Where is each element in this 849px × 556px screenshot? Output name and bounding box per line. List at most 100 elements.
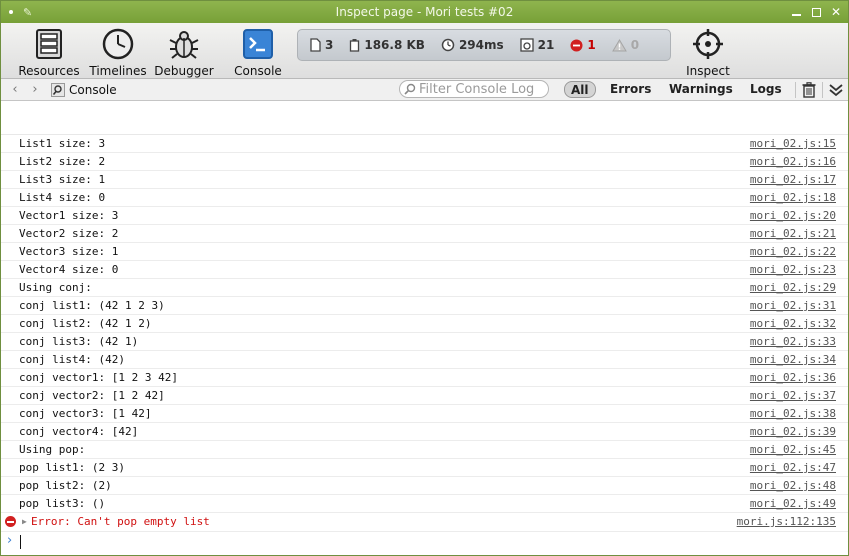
source-link[interactable]: mori_02.js:21	[750, 225, 836, 242]
source-link[interactable]: mori_02.js:47	[750, 459, 836, 476]
minimize-button[interactable]	[790, 6, 802, 18]
source-link[interactable]: mori_02.js:29	[750, 279, 836, 296]
clock-icon	[101, 27, 135, 61]
tab-console[interactable]: Console	[223, 27, 293, 78]
message-text: Vector3 size: 1	[19, 245, 119, 258]
console-message: List1 size: 3 mori_02.js:15	[1, 135, 848, 153]
source-link[interactable]: mori_02.js:33	[750, 333, 836, 350]
forward-arrow-icon[interactable]: ›	[25, 82, 45, 97]
console-icon	[241, 27, 275, 61]
source-link[interactable]: mori_02.js:39	[750, 423, 836, 440]
crosshair-icon	[691, 27, 725, 61]
console-prompt[interactable]: ›	[1, 532, 848, 552]
source-link[interactable]: mori_02.js:20	[750, 207, 836, 224]
close-button[interactable]: ✕	[830, 5, 842, 19]
tab-console-label: Console	[234, 64, 282, 78]
inspect-label: Inspect	[686, 64, 730, 78]
scope-errors[interactable]: Errors	[604, 81, 657, 98]
tab-resources-label: Resources	[18, 64, 80, 78]
source-link[interactable]: mori_02.js:37	[750, 387, 836, 404]
double-chevron-down-icon[interactable]	[827, 81, 845, 99]
inspector-window: ✎ Inspect page - Mori tests #02 ✕ Resour…	[0, 0, 849, 556]
message-text: Using pop:	[19, 443, 86, 456]
search-icon	[404, 83, 416, 95]
tab-timelines[interactable]: Timelines	[83, 27, 153, 78]
console-message: Vector2 size: 2 mori_02.js:21	[1, 225, 848, 243]
message-text: pop list2: (2)	[19, 479, 112, 492]
console-message: Using conj: mori_02.js:29	[1, 279, 848, 297]
source-link[interactable]: mori_02.js:17	[750, 171, 836, 188]
console-output[interactable]: List1 size: 3 mori_02.js:15 List2 size: 2 m…	[1, 101, 848, 555]
error-source-link[interactable]: mori.js:112:135	[737, 513, 836, 530]
source-link[interactable]: mori_02.js:48	[750, 477, 836, 494]
tab-timelines-label: Timelines	[89, 64, 147, 78]
message-text: conj list1: (42 1 2 3)	[19, 299, 165, 312]
message-text: conj vector4: [42]	[19, 425, 139, 438]
message-text: conj vector2: [1 2 42]	[19, 389, 165, 402]
scope-all[interactable]: All	[564, 81, 596, 98]
message-text: Vector1 size: 3	[19, 209, 119, 222]
console-message: conj vector4: [42] mori_02.js:39	[1, 423, 848, 441]
error-icon	[5, 516, 16, 527]
text-cursor	[20, 535, 21, 549]
message-text: conj list2: (42 1 2)	[19, 317, 152, 330]
stopwatch-icon	[441, 38, 455, 52]
source-link[interactable]: mori_02.js:18	[750, 189, 836, 206]
error-message[interactable]: ▶ Error: Can't pop empty list mori.js:11…	[1, 513, 848, 532]
tab-debugger[interactable]: Debugger	[149, 27, 219, 78]
back-arrow-icon[interactable]: ‹	[5, 82, 25, 97]
source-link[interactable]: mori_02.js:15	[750, 135, 836, 152]
bug-icon	[167, 27, 201, 61]
message-list: List1 size: 3 mori_02.js:15 List2 size: 2 m…	[1, 135, 848, 513]
console-message: Using pop: mori_02.js:45	[1, 441, 848, 459]
console-message: conj vector3: [1 42] mori_02.js:38	[1, 405, 848, 423]
message-text: List2 size: 2	[19, 155, 106, 168]
source-link[interactable]: mori_02.js:34	[750, 351, 836, 368]
weight-icon	[350, 39, 360, 52]
console-message: pop list3: () mori_02.js:49	[1, 495, 848, 513]
message-text: pop list1: (2 3)	[19, 461, 125, 474]
scope-logs[interactable]: Logs	[744, 81, 788, 98]
console-message: List3 size: 1 mori_02.js:17	[1, 171, 848, 189]
tab-resources[interactable]: Resources	[14, 27, 84, 78]
file-icon	[310, 38, 321, 52]
source-link[interactable]: mori_02.js:38	[750, 405, 836, 422]
console-search-icon	[51, 82, 65, 97]
source-link[interactable]: mori_02.js:23	[750, 261, 836, 278]
scope-warnings[interactable]: Warnings	[663, 81, 739, 98]
clear-log-trash-icon[interactable]	[800, 81, 818, 99]
message-text: conj list3: (42 1)	[19, 335, 139, 348]
breadcrumb-console: Console	[69, 82, 117, 97]
message-text: Vector4 size: 0	[19, 263, 119, 276]
console-message: List4 size: 0 mori_02.js:18	[1, 189, 848, 207]
console-message: Vector4 size: 0 mori_02.js:23	[1, 261, 848, 279]
error-count: 1	[570, 38, 596, 52]
dashboard[interactable]: 3 186.8 KB 294ms 21 1 0	[297, 29, 671, 61]
inspect-button[interactable]: Inspect	[673, 27, 743, 78]
source-link[interactable]: mori_02.js:22	[750, 243, 836, 260]
console-spacer	[1, 101, 848, 135]
maximize-button[interactable]	[810, 6, 822, 18]
message-text: List1 size: 3	[19, 137, 106, 150]
console-message: conj vector1: [1 2 3 42] mori_02.js:36	[1, 369, 848, 387]
console-message: Vector1 size: 3 mori_02.js:20	[1, 207, 848, 225]
filter-box[interactable]	[399, 80, 549, 98]
divider	[822, 82, 823, 98]
source-link[interactable]: mori_02.js:36	[750, 369, 836, 386]
breadcrumb[interactable]: Console	[51, 82, 117, 97]
message-text: conj vector3: [1 42]	[19, 407, 152, 420]
source-link[interactable]: mori_02.js:49	[750, 495, 836, 512]
title-bar: ✎ Inspect page - Mori tests #02 ✕	[1, 1, 848, 23]
filter-console-input[interactable]	[419, 81, 547, 97]
disclosure-triangle-icon[interactable]: ▶	[22, 513, 27, 530]
console-message: pop list2: (2) mori_02.js:48	[1, 477, 848, 495]
source-link[interactable]: mori_02.js:45	[750, 441, 836, 458]
console-message: conj vector2: [1 2 42] mori_02.js:37	[1, 387, 848, 405]
message-text: Vector2 size: 2	[19, 227, 119, 240]
source-link[interactable]: mori_02.js:16	[750, 153, 836, 170]
load-time: 294ms	[441, 38, 504, 52]
source-link[interactable]: mori_02.js:32	[750, 315, 836, 332]
source-link[interactable]: mori_02.js:31	[750, 297, 836, 314]
message-text: pop list3: ()	[19, 497, 106, 510]
console-message: conj list3: (42 1) mori_02.js:33	[1, 333, 848, 351]
